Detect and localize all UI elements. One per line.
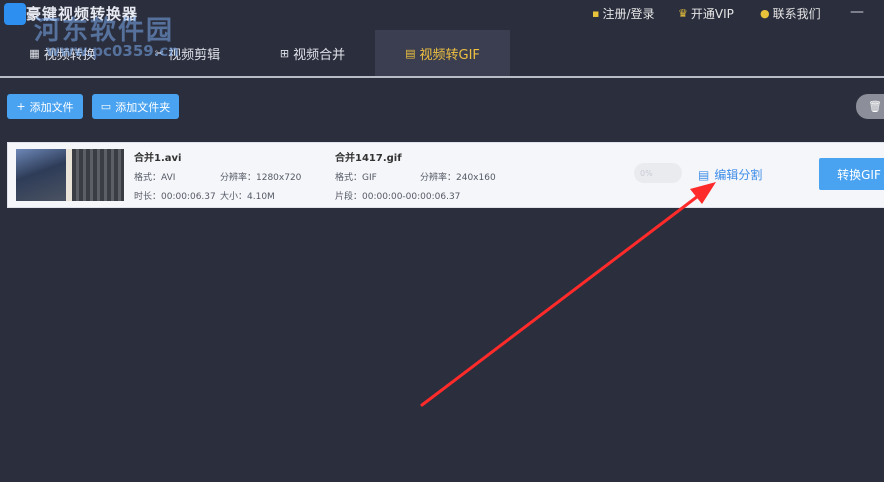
- annotation-arrow: [420, 182, 716, 407]
- arrow-shaft: [420, 188, 708, 407]
